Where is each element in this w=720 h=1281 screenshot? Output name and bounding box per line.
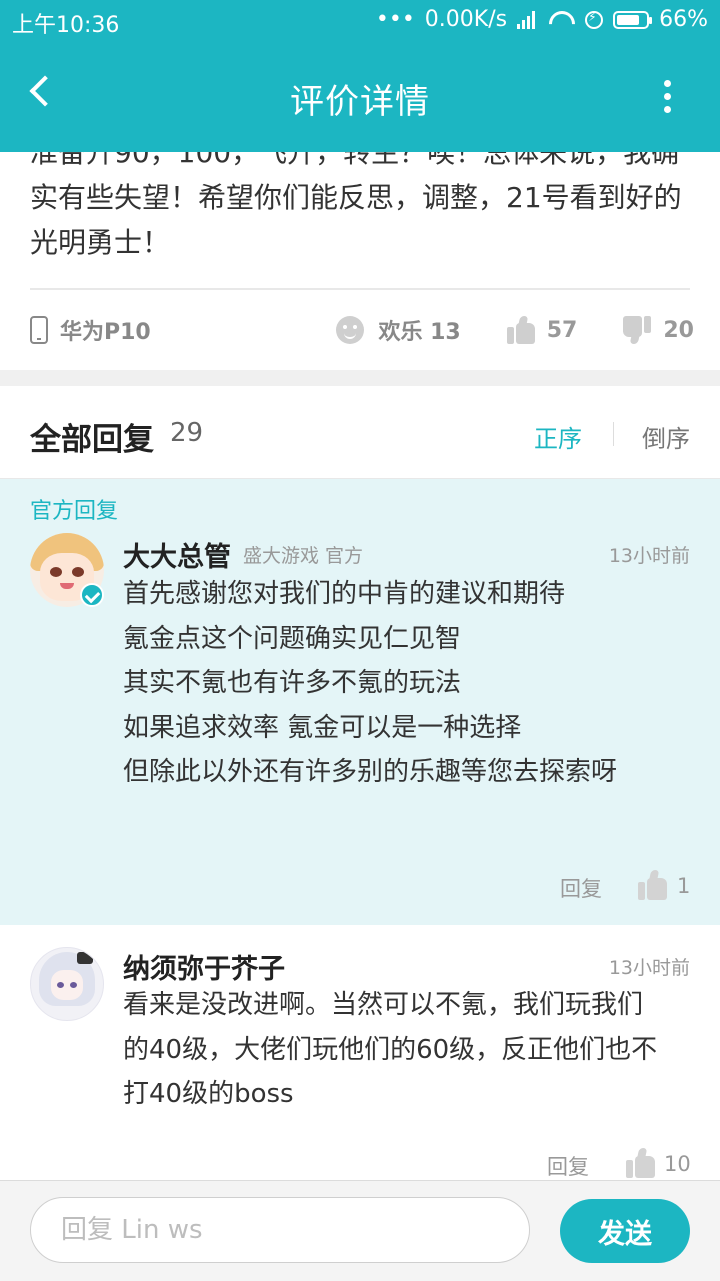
avatar[interactable] [30,947,104,1021]
reply-button[interactable]: 回复 [560,873,602,903]
battery-icon [613,10,653,29]
signal-icon [517,10,539,29]
send-button[interactable]: 发送 [560,1199,690,1263]
device-label: 华为P10 [60,320,151,345]
status-right: ••• 0.00K/s 66% [376,7,708,32]
user-reply: 纳须弥于芥子 13小时前 看来是没改进啊。当然可以不氪，我们玩我们 的40级，大… [0,925,720,1180]
reply-line: 氪金点这个问题确实见仁见智 [123,623,462,654]
phone-icon [30,316,48,344]
sort-separator [613,422,614,446]
status-dots: ••• [375,7,415,32]
reply-bar: 发送 [0,1180,720,1281]
reply-line: 但除此以外还有许多别的乐趣等您去探索呀 [123,757,618,787]
thumbs-up-icon[interactable] [506,316,535,344]
status-time: 上午10:36 [12,13,120,38]
app-header: 评价详情 [0,40,720,152]
page-title: 评价详情 [290,82,430,122]
reply-content: 首先感谢您对我们的中肯的建议和期待 氪金点这个问题确实见仁见智 其实不氪也有许多… [123,572,690,795]
sort-ascending-button[interactable]: 正序 [534,419,582,454]
network-speed: 0.00K/s [424,7,508,32]
replies-header: 全部回复 29 正序 倒序 [0,386,720,479]
reply-likes-count: 10 [664,1152,691,1176]
reply-line: 首先感谢您对我们的中肯的建议和期待 [123,579,566,609]
divider [30,288,690,290]
reply-time: 13小时前 [608,545,690,567]
thumbs-up-icon[interactable] [638,870,668,900]
reply-input[interactable] [30,1197,530,1263]
likes-count: 57 [546,317,578,343]
reply-author[interactable]: 纳须弥于芥子 [123,947,285,986]
author-subtitle: 盛大游戏 官方 [243,545,364,567]
reply-line: 如果追求效率 氪金可以是一种选择 [123,712,522,743]
review-text: 准备升90，100，飞升，转生？唉！总体来说，我确实有些失望！希望你们能反思，调… [30,152,682,259]
reply-time: 13小时前 [608,957,690,979]
thumbs-up-icon[interactable] [626,1148,656,1178]
fun-label: 欢乐 [378,320,423,345]
sort-descending-button[interactable]: 倒序 [642,419,690,454]
status-bar: 上午10:36 ••• 0.00K/s 66% [0,0,720,40]
section-gap [0,370,720,386]
review-meta: 华为P10 欢乐 13 57 20 [30,310,694,350]
wifi-icon [549,11,575,29]
reply-content: 看来是没改进啊。当然可以不氪，我们玩我们 的40级，大佬们玩他们的60级，反正他… [123,983,690,1117]
reply-author[interactable]: 大大总管 [123,535,231,574]
reply-line: 的40级，大佬们玩他们的60级，反正他们也不 [123,1034,658,1065]
replies-count: 29 [170,418,204,448]
official-reply: 官方回复 大大总管 盛大游戏 官方 13小时前 首先感谢您对我们的中肯的建议和期… [0,479,720,925]
thumbs-down-icon[interactable] [623,316,652,344]
official-tag: 官方回复 [30,499,119,524]
reply-line: 打40级的boss [123,1079,294,1109]
more-vertical-icon[interactable] [664,80,672,114]
review-card: 准备升90，100，飞升，转生？唉！总体来说，我确实有些失望！希望你们能反思，调… [0,152,720,370]
charging-icon [585,10,604,29]
reply-line: 其实不氪也有许多不氪的玩法 [123,668,462,698]
verified-icon [80,583,104,607]
reply-likes-count: 1 [677,874,691,898]
fun-count: 13 [430,320,461,345]
dislikes-count: 20 [663,317,694,343]
reply-button[interactable]: 回复 [547,1151,589,1180]
fun-reaction[interactable]: 欢乐 13 [378,314,460,346]
battery-percent: 66% [659,7,708,32]
reply-line: 看来是没改进啊。当然可以不氪，我们玩我们 [123,990,644,1020]
replies-title: 全部回复 [30,422,154,458]
smile-icon[interactable] [336,316,365,344]
